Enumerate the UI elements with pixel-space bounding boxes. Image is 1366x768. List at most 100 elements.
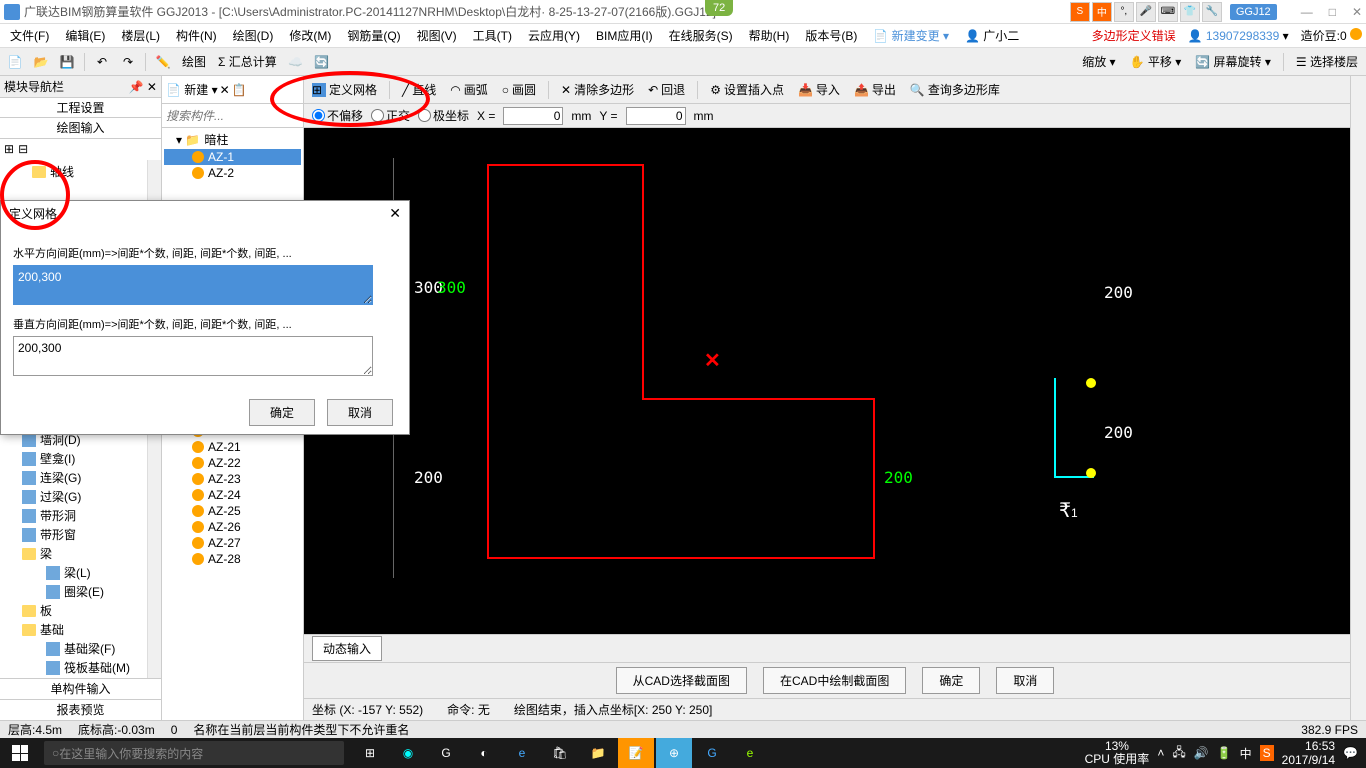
open-file-icon[interactable]: 📂 — [30, 51, 52, 73]
close-button[interactable]: ✕ — [1352, 5, 1362, 19]
import-button[interactable]: 📥 导入 — [794, 79, 844, 100]
query-button[interactable]: 🔍 查询多边形库 — [906, 79, 1004, 100]
x-input[interactable] — [503, 107, 563, 125]
coin-label[interactable]: 造价豆:0 — [1301, 27, 1362, 44]
select-floor-button[interactable]: ☰ 选择楼层 — [1292, 53, 1362, 70]
menu-cloud[interactable]: 云应用(Y) — [522, 25, 586, 46]
task-store-icon[interactable]: 🛍 — [542, 738, 578, 768]
menu-floor[interactable]: 楼层(L) — [115, 25, 166, 46]
tree-item[interactable]: 带形窗 — [2, 525, 159, 544]
comp-root[interactable]: ▾ 📁 暗柱 — [164, 130, 301, 149]
user-label[interactable]: 👤 广小二 — [959, 25, 1025, 46]
define-grid-button[interactable]: ⊞定义网格 — [308, 79, 381, 100]
sum-label[interactable]: Σ 汇总计算 — [214, 53, 281, 70]
task-app-4[interactable]: 📝 — [618, 738, 654, 768]
component-item[interactable]: AZ-22 — [164, 455, 301, 471]
dynamic-input-button[interactable]: 动态输入 — [312, 636, 382, 661]
task-app-2[interactable]: G — [428, 738, 464, 768]
pan-button[interactable]: ✋ 平移 ▾ — [1126, 53, 1186, 70]
dialog-ok-button[interactable]: 确定 — [249, 399, 315, 426]
y-input[interactable] — [626, 107, 686, 125]
dialog-cancel-button[interactable]: 取消 — [327, 399, 393, 426]
ime-mic-icon[interactable]: 🎤 — [1136, 2, 1156, 22]
task-app-6[interactable]: G — [694, 738, 730, 768]
task-app-1[interactable]: ◉ — [390, 738, 426, 768]
ime-punct-icon[interactable]: °, — [1114, 2, 1134, 22]
cloud-check-icon[interactable]: ☁️ — [285, 51, 307, 73]
arc-button[interactable]: ◠ 画弧 — [446, 79, 492, 100]
delete-icon[interactable]: ✕ — [220, 83, 230, 97]
rotate-button[interactable]: 🔄 屏幕旋转 ▾ — [1191, 53, 1275, 70]
component-item[interactable]: AZ-23 — [164, 471, 301, 487]
tray-volume-icon[interactable]: 🔊 — [1194, 746, 1209, 760]
menu-modify[interactable]: 修改(M) — [283, 25, 337, 46]
tray-clock[interactable]: 16:532017/9/14 — [1282, 739, 1335, 768]
pin-icon[interactable]: 📌 ✕ — [129, 80, 157, 94]
back-button[interactable]: ↶ 回退 — [644, 79, 689, 100]
draw-icon[interactable]: ✏️ — [152, 51, 174, 73]
menu-bim[interactable]: BIM应用(I) — [590, 25, 659, 46]
menu-draw[interactable]: 绘图(D) — [227, 25, 280, 46]
v-spacing-input[interactable]: 200,300 — [13, 336, 373, 376]
search-input[interactable] — [162, 104, 303, 127]
task-explorer-icon[interactable]: 📁 — [580, 738, 616, 768]
tab-project-settings[interactable]: 工程设置 — [0, 97, 162, 119]
tree-item[interactable]: 基础 — [2, 620, 159, 639]
tray-notification-icon[interactable]: 💬 — [1343, 746, 1358, 760]
export-button[interactable]: 📤 导出 — [850, 79, 900, 100]
ime-kbd-icon[interactable]: ⌨ — [1158, 2, 1178, 22]
line-button[interactable]: ╱ 直线 — [398, 79, 440, 100]
tab-draw-input[interactable]: 绘图输入 — [0, 117, 162, 139]
menu-file[interactable]: 文件(F) — [4, 25, 55, 46]
tree-item[interactable]: 圈梁(E) — [2, 582, 159, 601]
tab-report-preview[interactable]: 报表预览 — [0, 699, 162, 721]
tab-single-input[interactable]: 单构件输入 — [0, 678, 162, 700]
task-view-icon[interactable]: ⊞ — [352, 738, 388, 768]
menu-version[interactable]: 版本号(B) — [799, 25, 863, 46]
radio-polar[interactable]: 极坐标 — [418, 107, 469, 124]
tray-ime-icon[interactable]: 中 — [1240, 745, 1252, 762]
tree-axis[interactable]: 轴线 — [2, 162, 159, 181]
ime-s-icon[interactable]: S — [1070, 2, 1090, 22]
tree-item[interactable]: 梁(L) — [2, 563, 159, 582]
phone-label[interactable]: 👤 13907298339 ▾ — [1188, 29, 1289, 43]
component-item[interactable]: AZ-28 — [164, 551, 301, 567]
expand-icon[interactable]: ⊞ — [4, 142, 14, 156]
menu-component[interactable]: 构件(N) — [170, 25, 223, 46]
save-file-icon[interactable]: 💾 — [56, 51, 78, 73]
tray-s-icon[interactable]: S — [1260, 745, 1274, 761]
tree-item[interactable]: 板 — [2, 601, 159, 620]
menu-online[interactable]: 在线服务(S) — [663, 25, 739, 46]
task-app-5[interactable]: ⊕ — [656, 738, 692, 768]
tree-item[interactable]: 过梁(G) — [2, 487, 159, 506]
component-item[interactable]: AZ-2 — [164, 165, 301, 181]
in-cad-button[interactable]: 在CAD中绘制截面图 — [763, 667, 906, 694]
component-item[interactable]: AZ-26 — [164, 519, 301, 535]
menu-help[interactable]: 帮助(H) — [743, 25, 796, 46]
menu-view[interactable]: 视图(V) — [411, 25, 463, 46]
tree-item[interactable]: 基础梁(F) — [2, 639, 159, 658]
radio-ortho[interactable]: 正交 — [371, 107, 410, 124]
component-item[interactable]: AZ-25 — [164, 503, 301, 519]
refresh-icon[interactable]: 🔄 — [311, 51, 333, 73]
menu-rebar[interactable]: 钢筋量(Q) — [341, 25, 406, 46]
setpoint-button[interactable]: ⚙ 设置插入点 — [706, 79, 788, 100]
tree-item[interactable]: 带形洞 — [2, 506, 159, 525]
tree-item[interactable]: 梁 — [2, 544, 159, 563]
new-component-button[interactable]: 📄 新建 ▾ — [166, 81, 218, 98]
tray-network-icon[interactable]: 🖧 — [1172, 743, 1185, 764]
draw-label[interactable]: 绘图 — [178, 53, 210, 70]
menu-edit[interactable]: 编辑(E) — [59, 25, 111, 46]
new-file-icon[interactable]: 📄 — [4, 51, 26, 73]
radio-no-offset[interactable]: 不偏移 — [312, 107, 363, 124]
maximize-button[interactable]: □ — [1329, 5, 1336, 19]
drawing-canvas[interactable]: 300 200 300 200 200 200 ₹1 ✕ — [304, 128, 1366, 634]
zoom-button[interactable]: 缩放 ▾ — [1078, 53, 1119, 70]
redo-icon[interactable]: ↷ — [117, 51, 139, 73]
tree-item[interactable]: 筏板基础(M) — [2, 658, 159, 677]
ime-zhong-icon[interactable]: 中 — [1092, 2, 1112, 22]
tree-item[interactable]: 壁龛(I) — [2, 449, 159, 468]
circle-button[interactable]: ○ 画圆 — [498, 79, 540, 100]
component-item[interactable]: AZ-27 — [164, 535, 301, 551]
from-cad-button[interactable]: 从CAD选择截面图 — [616, 667, 747, 694]
